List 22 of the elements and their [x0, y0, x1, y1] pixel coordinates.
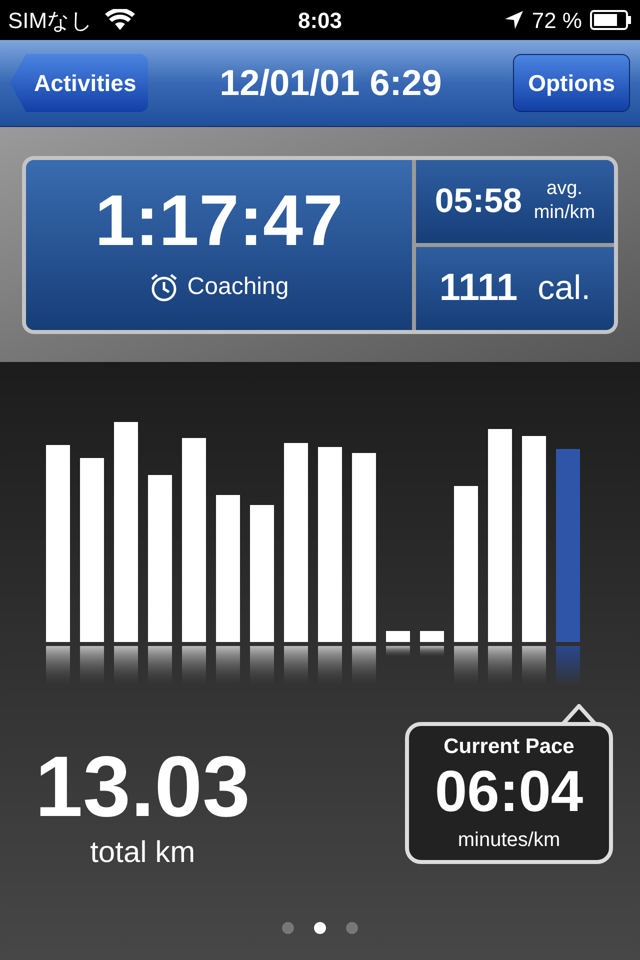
battery-icon — [590, 10, 632, 30]
back-button[interactable]: Activities — [10, 54, 148, 112]
average-pace-value: 05:58 — [434, 180, 522, 222]
location-arrow-icon — [504, 10, 524, 30]
battery-percent: 72 % — [532, 6, 582, 34]
options-button[interactable]: Options — [513, 54, 630, 112]
screen-title: 12/01/01 6:29 — [220, 61, 442, 105]
distance-label: total km — [90, 835, 196, 871]
current-pace-value: 06:04 — [434, 762, 584, 821]
coaching-label: Coaching — [187, 272, 289, 302]
duration-value: 1:17:47 — [94, 184, 344, 256]
alarm-clock-icon — [149, 272, 180, 302]
average-label: avg. — [546, 177, 582, 201]
calories-value: 1111 — [439, 266, 518, 310]
carrier-name: SIMなし — [8, 6, 94, 34]
distance-value: 13.03 — [35, 744, 250, 830]
current-pace-label: Current Pace — [444, 734, 574, 760]
clock-time: 8:03 — [298, 6, 342, 34]
calories-unit: cal. — [538, 268, 591, 308]
pace-unit: min/km — [534, 201, 596, 225]
current-pace-unit: minutes/km — [458, 828, 560, 853]
wifi-icon — [105, 9, 136, 31]
